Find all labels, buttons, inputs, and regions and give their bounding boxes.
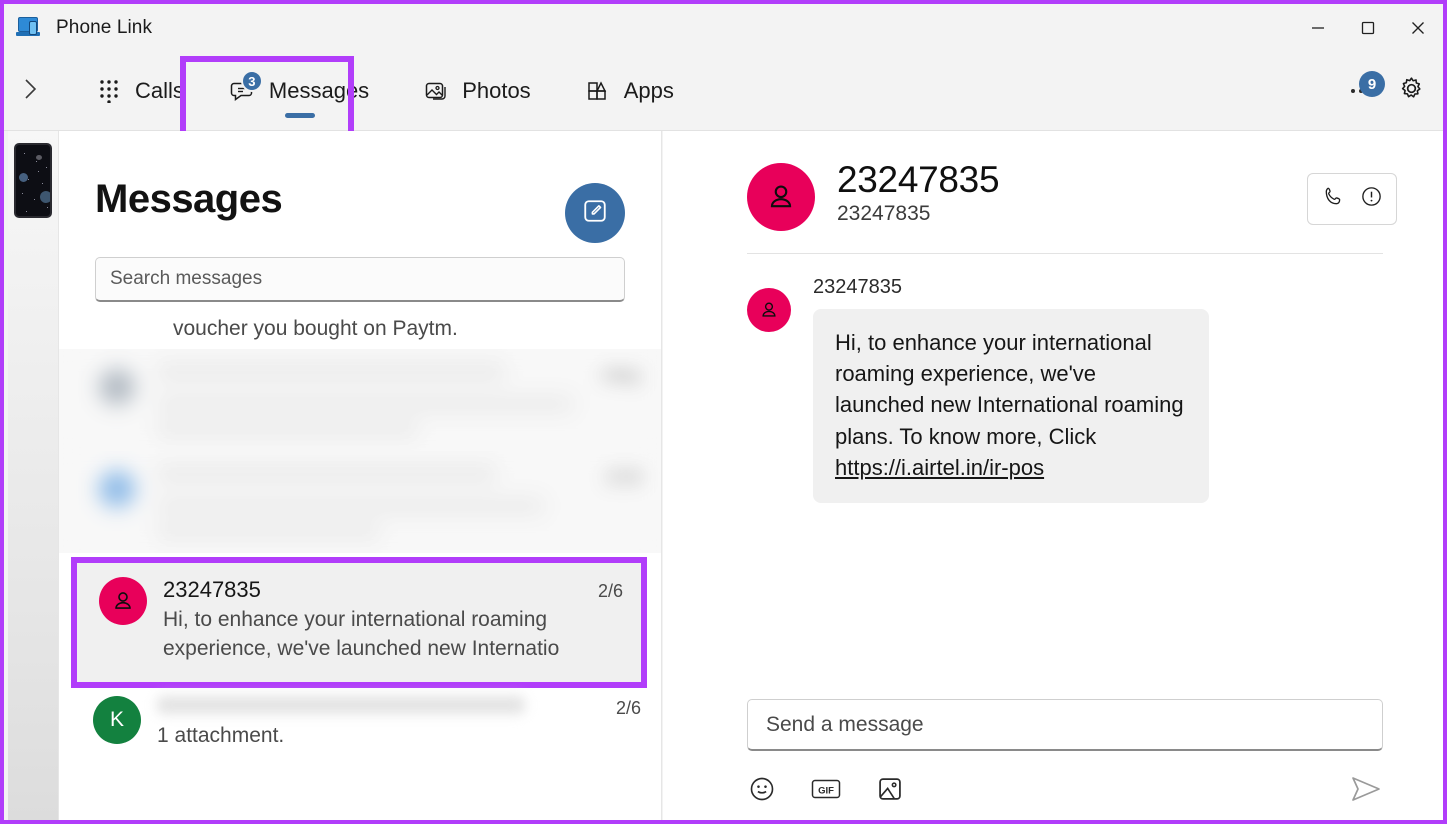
phone-link-window: Phone Link Calls 3 Messages Photos Apps … [0, 0, 1447, 824]
composer-toolbar: GIF [747, 773, 1383, 820]
cut-off-snippet-text: voucher you bought on Paytm. [173, 317, 458, 340]
messages-unread-badge: 3 [240, 70, 263, 92]
person-icon [762, 302, 776, 317]
message-link[interactable]: https://i.airtel.in/ir-pos [835, 455, 1044, 480]
smiley-icon [748, 775, 776, 808]
expand-sidebar-button[interactable] [8, 68, 54, 114]
gif-button[interactable]: GIF [811, 777, 841, 807]
search-placeholder: Search messages [110, 268, 263, 289]
apps-grid-icon [585, 78, 611, 104]
message-bubble-icon: 3 [230, 70, 263, 104]
message-content: 23247835 Hi, to enhance your internation… [813, 276, 1383, 504]
window-controls [1293, 4, 1443, 52]
search-input[interactable]: Search messages [95, 257, 625, 302]
message-input[interactable]: Send a message [747, 699, 1383, 751]
conversation-body: 2/6 1 attachment. [157, 695, 641, 751]
photo-icon [423, 78, 449, 104]
avatar-initial: K [109, 707, 124, 731]
details-button[interactable] [1352, 178, 1390, 220]
conversation-thread-pane: 23247835 23247835 23247835 Hi, to enhanc… [663, 131, 1443, 820]
avatar [747, 163, 815, 231]
avatar [747, 288, 791, 332]
contact-name: 23247835 [837, 159, 1000, 200]
person-icon [770, 185, 792, 208]
window-title: Phone Link [56, 17, 153, 38]
conversation-snippet: Hi, to enhance your international roamin… [163, 608, 560, 660]
tab-apps[interactable]: Apps [571, 70, 688, 112]
search-area: Search messages [59, 243, 661, 302]
list-header: Messages [59, 131, 661, 243]
image-button[interactable] [875, 777, 905, 807]
nav-right-actions: 9 [1341, 71, 1431, 111]
send-arrow-icon [1349, 777, 1383, 809]
chevron-right-icon [21, 76, 41, 107]
message-composer: Send a message GIF [663, 699, 1443, 820]
compose-new-message-icon [582, 198, 608, 229]
dialpad-icon [96, 78, 122, 104]
notification-badge: 9 [1359, 71, 1385, 97]
info-icon [1360, 185, 1383, 213]
conversation-date: 2/6 [597, 581, 623, 601]
avatar: K [93, 695, 141, 744]
conversation-body: 23247835 2/6 Hi, to enhance your interna… [163, 577, 623, 664]
phone-link-logo-icon [16, 15, 42, 41]
navigation-bar: Calls 3 Messages Photos Apps 9 [4, 52, 1443, 131]
contact-number: 23247835 [837, 202, 931, 225]
compose-new-message-button[interactable] [565, 183, 625, 243]
conversation-date: 2/6 [615, 697, 641, 718]
phone-mirror-rail[interactable] [8, 131, 58, 820]
image-icon [876, 775, 904, 808]
conversation-list: voucher you bought on Paytm. riday 2/18 … [59, 317, 661, 765]
person-icon [115, 592, 131, 609]
tab-messages-label: Messages [268, 78, 370, 103]
message-sender: 23247835 [813, 276, 902, 298]
privacy-blur-overlay [59, 349, 661, 451]
emoji-button[interactable] [747, 777, 777, 807]
list-item[interactable]: riday [59, 349, 661, 451]
privacy-blur-overlay [59, 451, 661, 553]
avatar [99, 577, 147, 625]
tab-photos-label: Photos [462, 78, 531, 103]
message-item: 23247835 Hi, to enhance your internation… [747, 276, 1383, 504]
list-item-selected[interactable]: 23247835 2/6 Hi, to enhance your interna… [71, 557, 647, 688]
settings-button[interactable] [1391, 71, 1431, 111]
gif-icon: GIF [811, 777, 841, 806]
list-item[interactable]: K 2/6 1 attachment. [59, 687, 661, 765]
main-tabs: Calls 3 Messages Photos Apps [82, 70, 688, 118]
more-options-button[interactable]: 9 [1341, 71, 1385, 111]
message-text: Hi, to enhance your international roamin… [835, 330, 1184, 449]
thread-action-group [1307, 173, 1397, 225]
list-item[interactable]: 2/18 [59, 451, 661, 553]
svg-text:GIF: GIF [818, 785, 834, 796]
tab-calls[interactable]: Calls [82, 70, 198, 112]
tab-messages[interactable]: 3 Messages [216, 70, 383, 118]
gear-icon [1398, 75, 1425, 107]
tab-calls-label: Calls [135, 78, 184, 103]
send-button[interactable] [1349, 773, 1383, 810]
maximize-button[interactable] [1343, 4, 1393, 52]
message-list: 23247835 Hi, to enhance your internation… [663, 254, 1443, 699]
messages-list-pane: Messages Search messages voucher you bou… [58, 131, 662, 820]
thread-identity: 23247835 23247835 [837, 159, 1285, 226]
active-tab-indicator [284, 113, 315, 118]
conversation-name: 23247835 [163, 577, 261, 602]
title-bar: Phone Link [4, 4, 1443, 52]
thread-header: 23247835 23247835 [663, 131, 1443, 231]
conversation-snippet: 1 attachment. [157, 723, 285, 747]
phone-screen-thumbnail[interactable] [14, 143, 52, 218]
page-title: Messages [95, 177, 283, 221]
close-button[interactable] [1393, 4, 1443, 52]
tab-photos[interactable]: Photos [409, 70, 545, 112]
message-bubble: Hi, to enhance your international roamin… [813, 309, 1209, 504]
message-input-placeholder: Send a message [766, 712, 924, 736]
call-button[interactable] [1314, 178, 1352, 220]
phone-icon [1322, 185, 1345, 213]
minimize-button[interactable] [1293, 4, 1343, 52]
tab-apps-label: Apps [623, 78, 674, 103]
